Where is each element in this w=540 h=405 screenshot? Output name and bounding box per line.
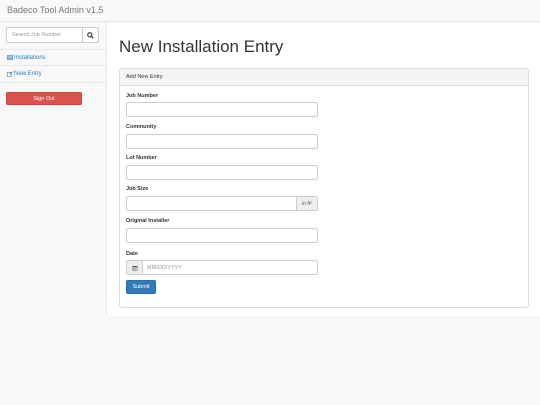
app-title[interactable]: Badeco Tool Admin v1.5 <box>7 5 103 15</box>
community-label: Community <box>126 124 157 130</box>
search-placeholder: Search Job Number <box>12 32 61 38</box>
sidebar-item-new-entry[interactable]: New Entry <box>0 66 105 83</box>
edit-icon <box>7 71 13 77</box>
job-number-field[interactable] <box>126 102 318 117</box>
search-button[interactable] <box>83 27 99 43</box>
submit-button[interactable]: Submit <box>126 280 156 294</box>
date-field[interactable]: MM/DD/YYYY <box>142 260 318 275</box>
job-size-unit-addon: in ft² <box>296 196 318 211</box>
original-installer-label: Original Installer <box>126 218 170 224</box>
search-icon <box>87 26 94 44</box>
sidebar-item-label: Installations <box>14 54 46 61</box>
lot-number-label: Lot Number <box>126 155 157 161</box>
sidebar-item-label: New Entry <box>14 71 42 77</box>
job-size-group: in ft² <box>126 196 318 211</box>
search-input[interactable]: Search Job Number <box>6 27 83 43</box>
main-content: New Installation Entry Add New Entry Job… <box>106 22 540 316</box>
sidebar-item-installations[interactable]: Installations <box>0 49 105 66</box>
job-size-field[interactable] <box>126 196 296 211</box>
search-group: Search Job Number <box>6 27 99 43</box>
lot-number-field[interactable] <box>126 165 318 180</box>
job-size-label: Job Size <box>126 186 149 192</box>
page-title: New Installation Entry <box>119 37 284 56</box>
date-group: MM/DD/YYYY <box>126 260 318 275</box>
sign-out-button[interactable]: Sign Out <box>6 92 82 105</box>
job-number-label: Job Number <box>126 93 159 99</box>
calendar-icon[interactable] <box>126 260 142 275</box>
entry-form-panel: Add New Entry Job Number Community Lot N… <box>119 68 529 308</box>
original-installer-field[interactable] <box>126 228 318 243</box>
date-label: Date <box>126 251 138 257</box>
panel-heading: Add New Entry <box>120 69 528 86</box>
top-navbar: Badeco Tool Admin v1.5 <box>0 0 540 22</box>
date-placeholder: MM/DD/YYYY <box>147 264 182 271</box>
table-icon <box>7 55 13 60</box>
community-field[interactable] <box>126 134 318 149</box>
